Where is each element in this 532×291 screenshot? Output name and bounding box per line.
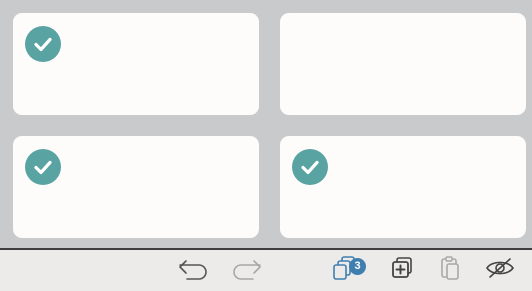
undo-button[interactable] <box>172 250 216 291</box>
bottom-toolbar: 3 <box>0 248 532 291</box>
hide-button[interactable] <box>478 250 522 291</box>
checkmark-circle-icon[interactable] <box>292 149 328 185</box>
card-grid <box>0 0 532 248</box>
undo-arrow-icon <box>177 255 211 286</box>
redo-arrow-icon <box>229 255 263 286</box>
paste-button[interactable] <box>432 250 468 291</box>
checkmark-circle-icon[interactable] <box>25 26 61 62</box>
pages-button[interactable]: 3 <box>320 250 370 291</box>
add-page-button[interactable] <box>384 250 420 291</box>
card-3[interactable] <box>13 136 259 238</box>
redo-button[interactable] <box>224 250 268 291</box>
card-4[interactable] <box>280 136 526 238</box>
checkmark-circle-icon[interactable] <box>25 149 61 185</box>
card-1[interactable] <box>13 13 259 115</box>
pages-count-badge: 3 <box>349 258 366 275</box>
card-2[interactable] <box>280 13 526 115</box>
add-page-icon <box>389 255 415 286</box>
eye-slash-icon <box>484 256 516 285</box>
clipboard-icon <box>438 255 462 286</box>
